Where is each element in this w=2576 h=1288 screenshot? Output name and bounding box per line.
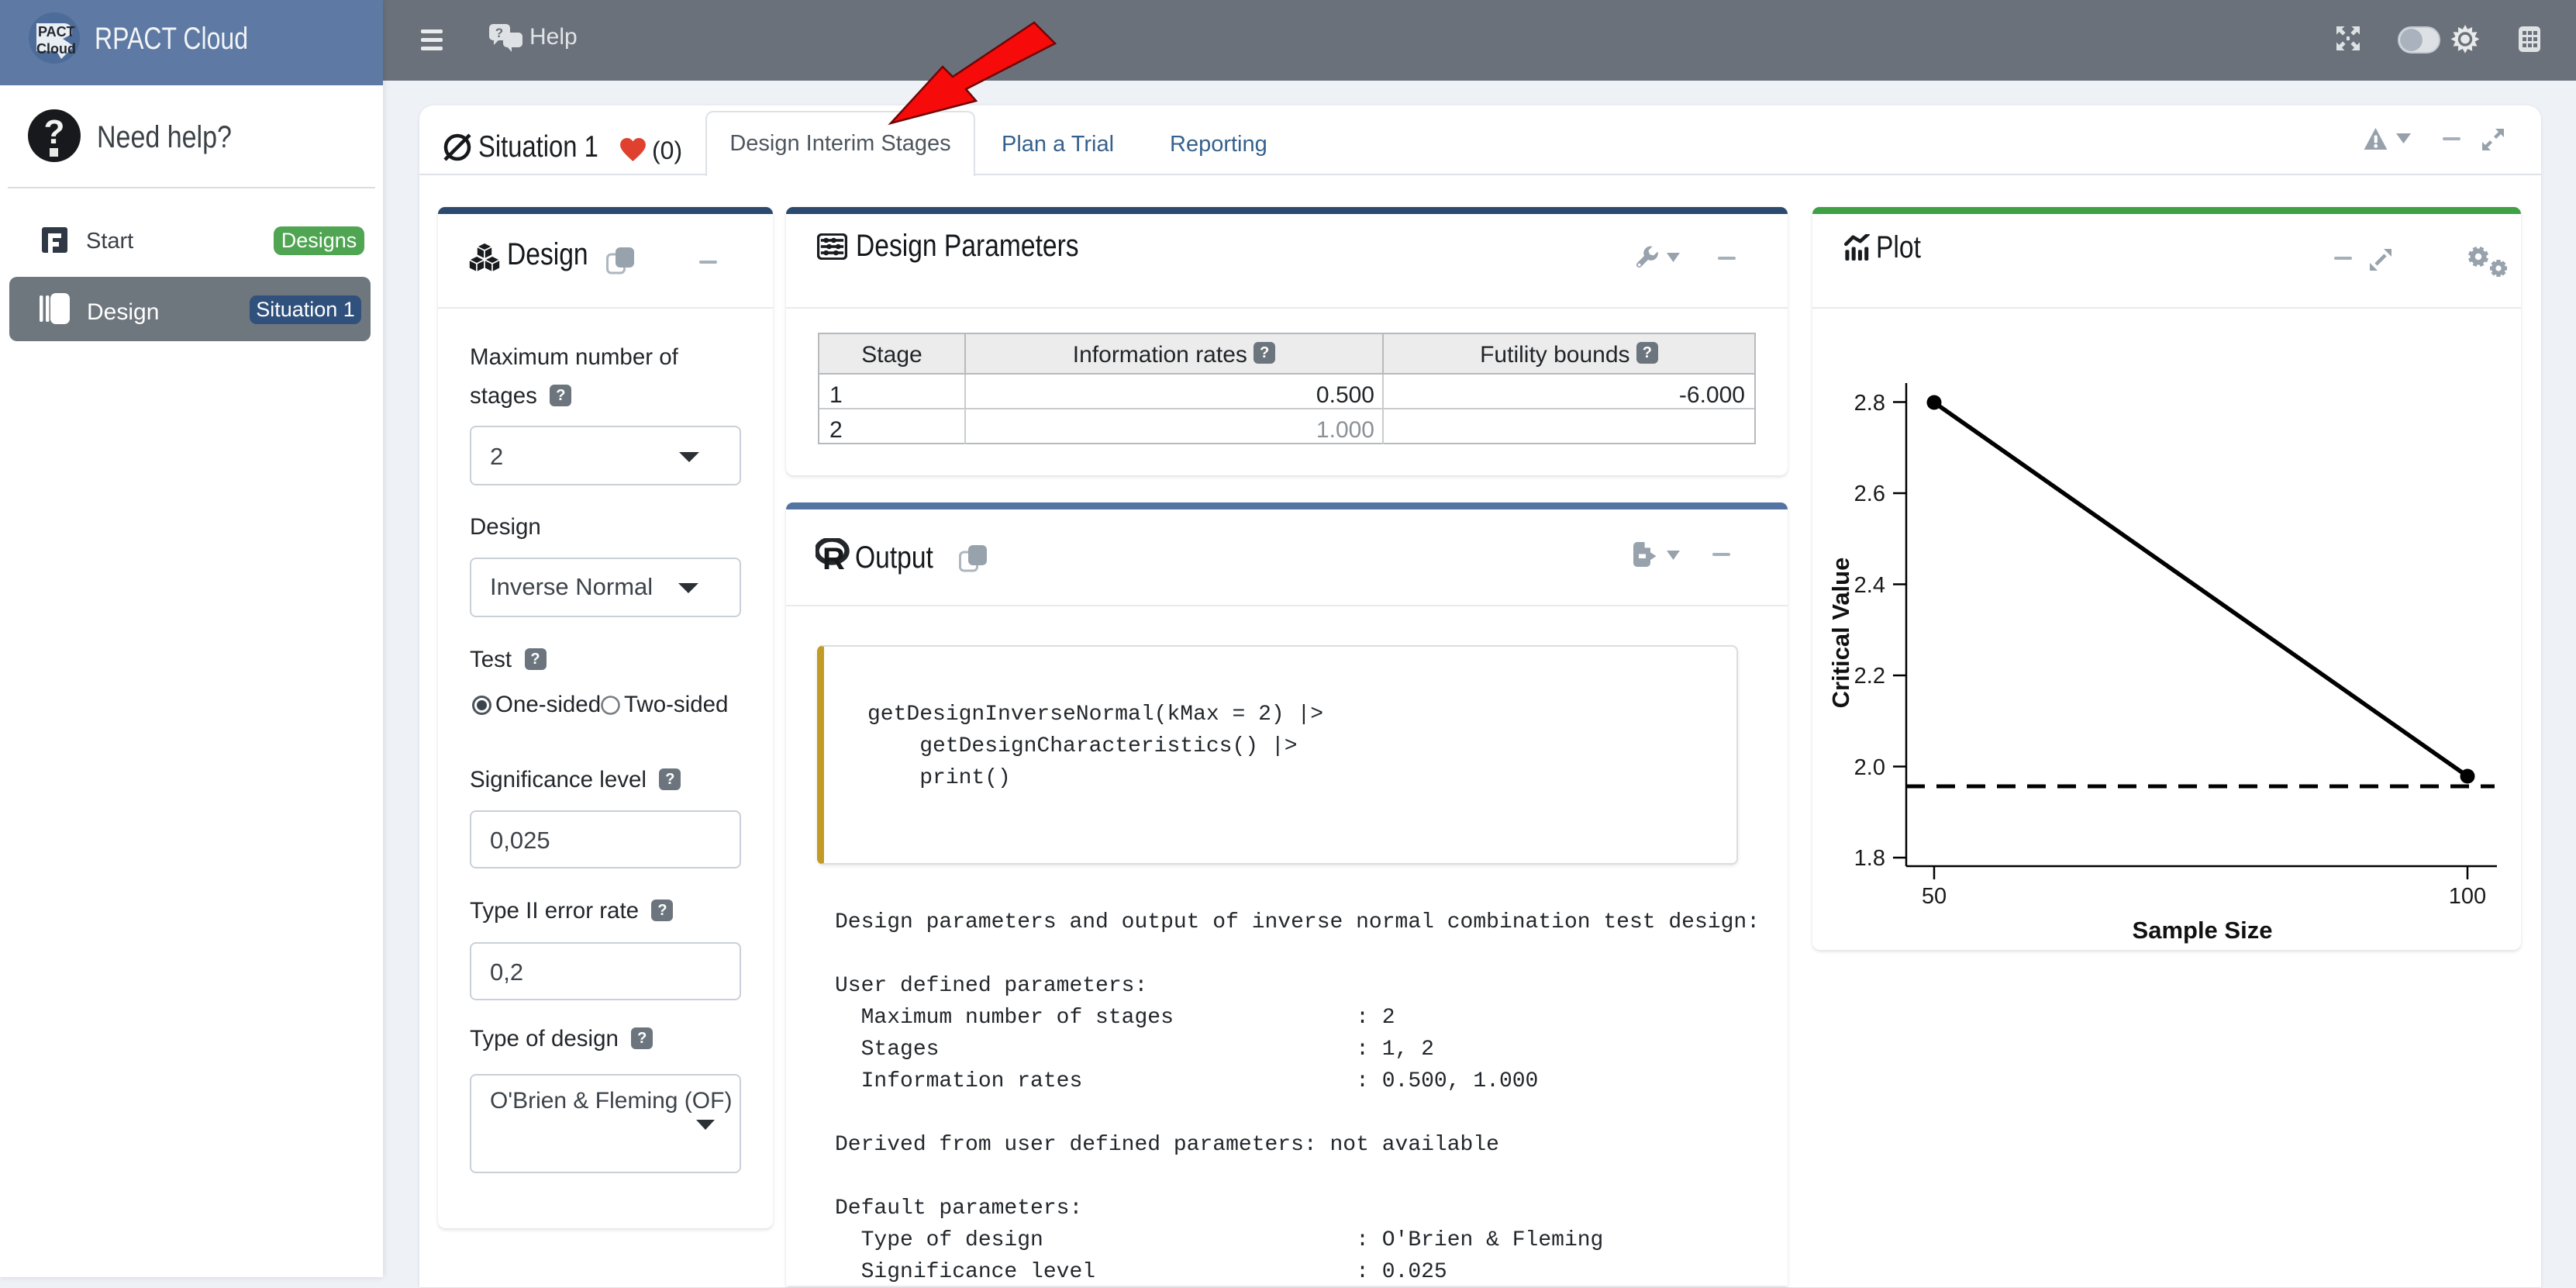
svg-text:R: R [822, 542, 845, 571]
svg-text:1.8: 1.8 [1854, 846, 1885, 871]
svg-text:?: ? [44, 113, 65, 151]
svg-text:100: 100 [2449, 884, 2486, 909]
svg-text:Cloud: Cloud [36, 41, 76, 57]
svg-text:2.8: 2.8 [1854, 391, 1885, 416]
svg-text:Critical Value: Critical Value [1827, 558, 1854, 709]
svg-text:50: 50 [1922, 884, 1947, 909]
svg-text:2.6: 2.6 [1854, 482, 1885, 506]
svg-text:PACT: PACT [38, 24, 75, 40]
svg-text:2.4: 2.4 [1854, 573, 1885, 598]
svg-text:?: ? [495, 26, 503, 40]
svg-text:Sample Size: Sample Size [2133, 917, 2273, 944]
svg-text:2.0: 2.0 [1854, 755, 1885, 780]
svg-text:2.2: 2.2 [1854, 664, 1885, 689]
